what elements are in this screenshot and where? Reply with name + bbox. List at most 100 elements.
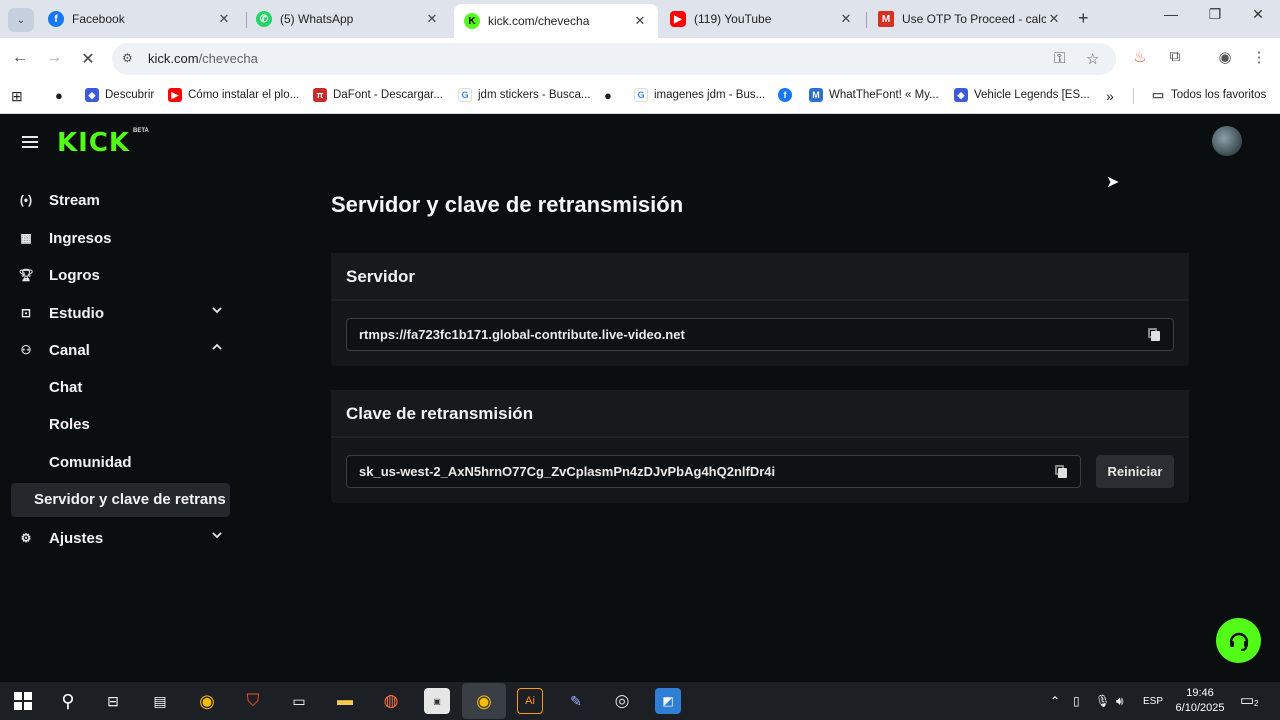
bookmark-star-icon[interactable]: ☆ [1086, 50, 1099, 68]
obs-icon[interactable]: ◎ [609, 688, 635, 714]
chevron-down-icon[interactable] [212, 305, 222, 315]
menu-kebab-icon[interactable]: ⋮ [1248, 48, 1270, 66]
hamburger-menu-icon[interactable] [22, 136, 38, 148]
illustrator-icon[interactable]: Ai [517, 688, 543, 714]
clock[interactable]: 19:46 6/10/2025 [1172, 686, 1228, 716]
firefox-icon[interactable]: ◍ [378, 688, 404, 714]
tab-youtube[interactable]: ▶ (119) YouTube ✕ [660, 4, 864, 34]
bookmark-descubrir[interactable]: ◆ Descubrir [85, 88, 154, 102]
usb-icon[interactable]: ▯ [1073, 694, 1080, 708]
vehicle-icon: ◆ [954, 88, 968, 102]
stream-key-card: Clave de retransmisión sk_us-west-2_AxN5… [331, 390, 1189, 503]
google-icon: G [458, 88, 472, 102]
microphone-icon[interactable]: 🎙︎ [1095, 694, 1110, 708]
bookmark-vehicle-legends[interactable]: ◆ Vehicle Legends [ES... [954, 88, 1090, 102]
globe-icon[interactable]: ● [604, 88, 612, 103]
browser-toolbar: ← → ✕ ⚙ kick.com/chevecha ⚿ ☆ ♨ ⧉ ◉ ⋮ [0, 38, 1280, 80]
calculator-icon[interactable]: ▤ [147, 688, 173, 714]
reset-key-button[interactable]: Reiniciar [1096, 455, 1174, 488]
password-key-icon[interactable]: ⚿ [1054, 50, 1065, 67]
sidebar-item-comunidad[interactable]: Comunidad [49, 454, 132, 471]
sidebar-item-ajustes[interactable]: ⚙ Ajustes [18, 523, 230, 553]
bookmark-imagenes-jdm[interactable]: Gimagenes jdm - Bus... [634, 88, 765, 102]
sidebar-item-ingresos[interactable]: ▦ Ingresos [18, 223, 230, 253]
kick-logo[interactable]: KICK [57, 128, 130, 158]
bookmark-jdm-stickers[interactable]: Gjdm stickers - Busca... [458, 88, 590, 102]
start-icon[interactable] [10, 688, 36, 714]
studio-icon: ⊡ [20, 306, 32, 320]
sidebar-item-estudio[interactable]: ⊡ Estudio [18, 298, 230, 328]
facebook-icon: f [48, 11, 64, 27]
copy-icon[interactable] [1055, 465, 1068, 478]
extensions-puzzle-icon[interactable]: ⧉ [1164, 48, 1186, 65]
new-tab-button[interactable]: + [1078, 8, 1089, 29]
users-icon: ⚇ [20, 343, 32, 357]
notification-icon[interactable]: ▭ [1240, 691, 1254, 709]
speaker-icon[interactable]: 🔊︎ [1116, 694, 1124, 709]
chevron-up-icon[interactable] [212, 342, 222, 352]
sidebar-item-roles[interactable]: Roles [49, 416, 90, 433]
close-tab-icon[interactable]: ✕ [838, 11, 854, 27]
youtube-icon: ▶ [670, 11, 686, 27]
extension-fire-icon[interactable]: ♨ [1129, 48, 1151, 66]
globe-icon[interactable]: ● [55, 88, 63, 103]
stream-key-field[interactable]: sk_us-west-2_AxN5hrnO77Cg_ZvCplasmPn4zDJ… [346, 455, 1081, 488]
app-icon[interactable]: ▣ [424, 688, 450, 714]
search-icon[interactable]: ⚲ [55, 688, 81, 714]
sidebar-item-logros[interactable]: 🏆︎ Logros [18, 260, 230, 290]
headset-icon [1229, 632, 1248, 651]
brave-icon[interactable]: ⛉ [240, 688, 266, 714]
close-tab-icon[interactable]: ✕ [424, 11, 440, 27]
bookmark-youtube[interactable]: ▶ Cómo instalar el plo... [168, 88, 299, 102]
sidebar-item-canal[interactable]: ⚇ Canal [18, 335, 230, 365]
folder-icon: ▭ [1151, 87, 1165, 102]
avatar[interactable] [1212, 126, 1242, 156]
chrome-icon[interactable]: ◉ [194, 688, 220, 714]
close-window-button[interactable]: ✕ [1243, 6, 1273, 23]
tab-whatsapp[interactable]: ✆ (5) WhatsApp ✕ [246, 4, 450, 34]
back-button[interactable]: ← [10, 49, 30, 67]
bookmark-facebook[interactable]: f [778, 88, 798, 102]
stop-loading-button[interactable]: ✕ [78, 49, 98, 69]
forward-button[interactable]: → [44, 49, 64, 67]
chrome-active-icon[interactable]: ◉ [462, 683, 506, 719]
close-tab-icon[interactable]: ✕ [1046, 11, 1062, 27]
image-app-icon[interactable]: ◩ [655, 688, 681, 714]
page-title: Servidor y clave de retransmisión [331, 192, 684, 217]
url-text: kick.com/chevecha [148, 51, 258, 66]
profile-icon[interactable]: ◉ [1214, 48, 1236, 66]
google-icon: G [634, 88, 648, 102]
bookmark-whatthefont[interactable]: M WhatTheFont! « My... [809, 88, 939, 102]
mouse-cursor-icon: ➤ [1106, 174, 1120, 191]
task-view-icon[interactable]: ⊟ [100, 688, 126, 714]
bookmark-dafont[interactable]: π DaFont - Descargar... [313, 88, 443, 102]
address-bar[interactable]: ⚙ kick.com/chevecha ⚿ ☆ [112, 43, 1116, 75]
sidebar-item-chat[interactable]: Chat [49, 379, 82, 396]
chevron-up-icon[interactable]: ⌃ [1050, 694, 1060, 708]
maximize-button[interactable]: ❐ [1200, 6, 1230, 23]
terminal-icon[interactable]: ▭ [286, 688, 312, 714]
gmail-icon: M [878, 11, 894, 27]
gear-icon: ⚙ [20, 531, 32, 545]
tab-search-button[interactable]: ⌄ [8, 8, 34, 32]
support-chat-button[interactable] [1216, 618, 1261, 663]
server-url-field[interactable]: rtmps://fa723fc1b171.global-contribute.l… [346, 318, 1174, 351]
copy-icon[interactable] [1148, 328, 1161, 341]
tab-facebook[interactable]: f Facebook ✕ [38, 4, 242, 34]
sidebar-item-servidor-clave[interactable]: Servidor y clave de retrans [11, 483, 230, 517]
sidebar-item-stream[interactable]: (•) Stream [18, 185, 230, 215]
chevron-down-icon[interactable] [212, 530, 222, 540]
minimize-button[interactable]: — [1156, 6, 1186, 22]
editor-icon[interactable]: ✎ [563, 688, 589, 714]
apps-grid-icon[interactable]: ⊞ [11, 88, 23, 105]
site-settings-icon[interactable]: ⚙ [122, 51, 133, 65]
close-tab-icon[interactable]: ✕ [632, 13, 648, 29]
more-bookmarks-icon[interactable]: » [1106, 88, 1114, 104]
tab-gmail[interactable]: M Use OTP To Proceed - calco ✕ [868, 4, 1072, 34]
bookmarks-bar: ⊞ ● ◆ Descubrir ▶ Cómo instalar el plo... … [0, 80, 1280, 114]
tab-kick[interactable]: K kick.com/chevecha ✕ [454, 4, 658, 38]
close-tab-icon[interactable]: ✕ [216, 11, 232, 27]
bookmark-todos-favoritos[interactable]: ▭ Todos los favoritos [1151, 87, 1266, 102]
language-indicator[interactable]: ESP [1143, 696, 1163, 707]
file-explorer-icon[interactable]: ▬ [332, 688, 358, 714]
